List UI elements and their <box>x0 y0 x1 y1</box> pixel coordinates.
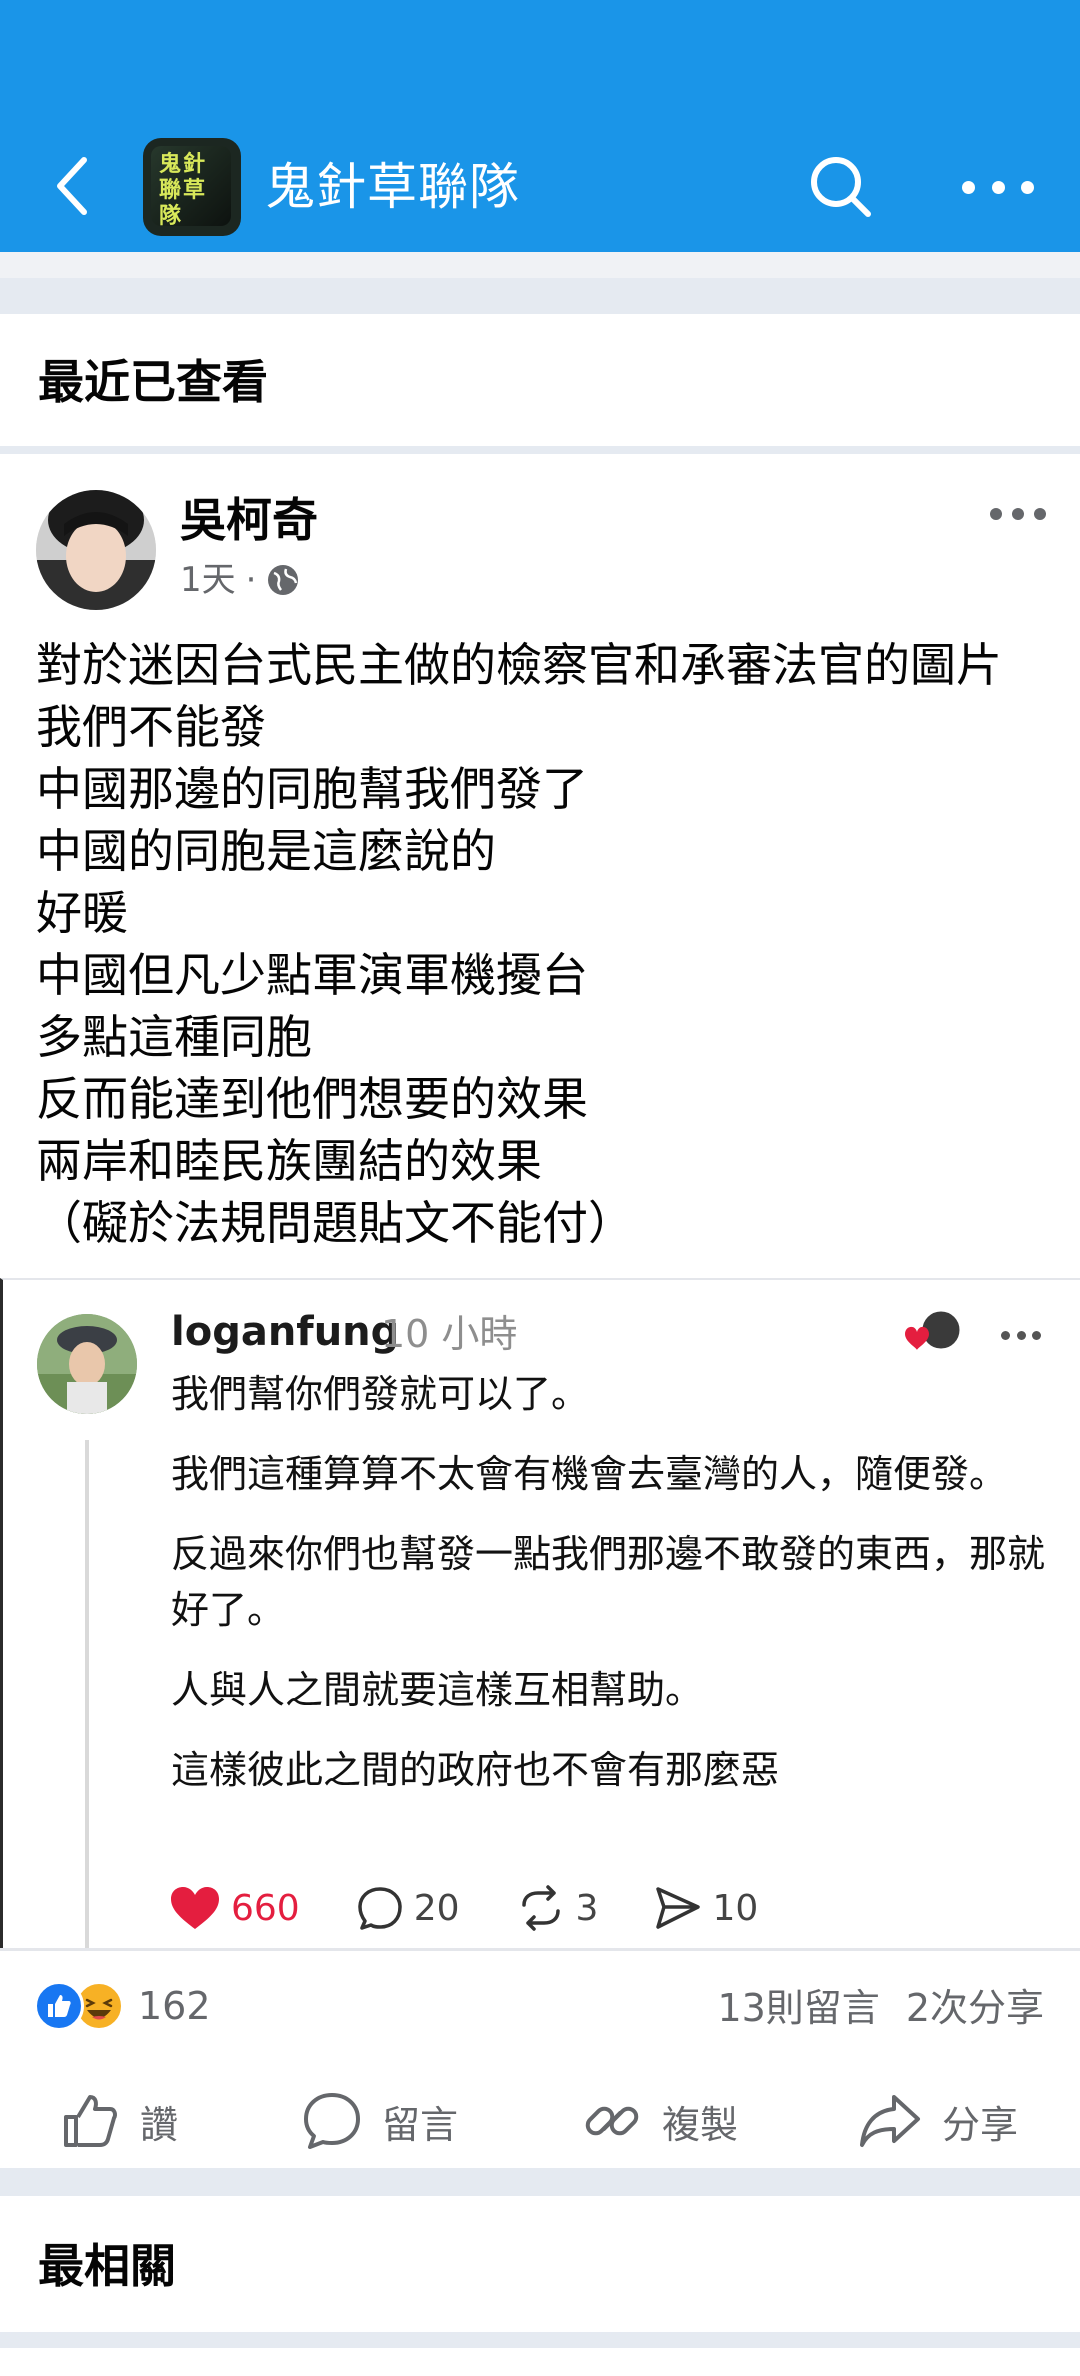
divider <box>0 278 1080 314</box>
shares-count: 10 <box>712 1887 759 1929</box>
send-icon <box>656 1887 701 1929</box>
comment-time: 10 小時 <box>381 1312 518 1356</box>
group-avatar[interactable]: 鬼針聯草隊 <box>143 138 241 236</box>
like-button[interactable]: 讚 <box>60 2066 178 2176</box>
post-more-button[interactable] <box>990 500 1046 528</box>
avatar-image <box>36 490 156 610</box>
post-line: 反而能達到他們想要的效果 <box>36 1072 588 1126</box>
back-button[interactable] <box>44 150 100 222</box>
comment-bubble-icon <box>304 2093 360 2149</box>
top-bar: 鬼針聯草隊 鬼針草聯隊 <box>0 0 1080 252</box>
commenter-avatar <box>37 1314 137 1414</box>
share-arrow-icon <box>860 2095 920 2147</box>
comment-paragraph: 人與人之間就要這樣互相幫助。 <box>171 1668 704 1712</box>
embedded-comment-image[interactable]: loganfung 10 小時 我們幫你們發就可以了。 我們這種算算不太會有機會… <box>0 1278 1080 1950</box>
dot <box>962 180 975 194</box>
comment-more-icon <box>1001 1330 1041 1340</box>
like-label: 讚 <box>140 2102 179 2147</box>
thumbs-up-outline-icon <box>64 2095 117 2147</box>
thread-line <box>85 1440 89 1950</box>
search-button[interactable] <box>806 152 876 222</box>
divider <box>0 1948 1080 1951</box>
post-counts: 13則留言 2次分享 <box>717 1980 1044 2036</box>
dot <box>1021 180 1034 194</box>
copy-label: 複製 <box>662 2102 739 2147</box>
post-time[interactable]: 1天 <box>180 556 236 604</box>
post-line: 好暖 <box>36 886 128 940</box>
dot <box>991 180 1005 194</box>
comment-label: 留言 <box>382 2102 459 2147</box>
more-options-button[interactable] <box>962 160 1034 214</box>
share-button[interactable]: 分享 <box>858 2066 1018 2176</box>
group-avatar-text: 鬼針聯草隊 <box>159 152 208 229</box>
dot <box>990 508 1002 520</box>
repost-icon <box>521 1885 560 1931</box>
post-line: 中國的同胞是這麼說的 <box>36 824 496 878</box>
reply-bubble-icon <box>357 1887 402 1930</box>
section-title-relevant: 最相關 <box>38 2239 176 2293</box>
share-label: 分享 <box>942 2102 1019 2147</box>
liked-by-indicator <box>901 1308 967 1358</box>
comment-button[interactable]: 留言 <box>302 2066 458 2176</box>
group-title[interactable]: 鬼針草聯隊 <box>265 152 520 222</box>
comment-paragraph: 我們這種算算不太會有機會去臺灣的人，隨便發。 <box>171 1452 1008 1496</box>
post-line: （礙於法規問題貼文不能付） <box>36 1196 634 1250</box>
dot <box>1001 1330 1010 1340</box>
post-author[interactable]: 吳柯奇 <box>180 490 318 550</box>
globe-icon <box>268 565 299 595</box>
divider <box>0 252 1080 278</box>
comment-paragraph: 我們幫你們發就可以了。 <box>171 1372 590 1416</box>
post-meta: 1天 · <box>180 556 300 604</box>
reposts-count: 3 <box>575 1887 599 1929</box>
dot <box>1012 508 1024 520</box>
post-line: 我們不能發 <box>36 700 266 754</box>
liked-by-avatar-icon <box>905 1308 963 1352</box>
post-line: 多點這種同胞 <box>36 1010 312 1064</box>
post-actions: 讚 留言 複製 分享 <box>0 2066 1080 2176</box>
post-body: 對於迷因台式民主做的檢察官和承審法官的圖片 我們不能發 中國那邊的同胞幫我們發了… <box>36 634 1056 1254</box>
search-icon <box>811 157 871 217</box>
dot <box>1032 1330 1041 1340</box>
divider <box>0 2168 1080 2196</box>
comment-reposts: 3 <box>516 1885 599 1931</box>
divider <box>0 2332 1080 2348</box>
post-line: 兩岸和睦民族團結的效果 <box>36 1134 542 1188</box>
likes-count: 660 <box>231 1887 300 1929</box>
post-line: 對於迷因台式民主做的檢察官和承審法官的圖片 <box>36 638 1002 692</box>
dot <box>1034 508 1046 520</box>
comment-replies: 20 <box>356 1885 460 1931</box>
comment-body: 我們幫你們發就可以了。 我們這種算算不太會有機會去臺灣的人，隨便發。 反過來你們… <box>171 1366 1051 1822</box>
reaction-count: 162 <box>138 1984 211 2028</box>
heart-icon <box>171 1887 219 1929</box>
commenter-username: loganfung <box>171 1309 400 1355</box>
chevron-left-icon <box>57 157 87 215</box>
comment-paragraph: 反過來你們也幫發一點我們那邊不敢發的東西，那就好了。 <box>171 1532 1046 1632</box>
copy-link-button[interactable]: 複製 <box>582 2066 738 2176</box>
commenter-avatar-image <box>37 1314 137 1414</box>
post-line: 中國但凡少點軍演軍機擾台 <box>36 948 588 1002</box>
replies-count: 20 <box>413 1887 460 1929</box>
comments-count[interactable]: 13則留言 <box>717 1980 879 2036</box>
comment-shares: 10 <box>654 1885 758 1931</box>
comment-likes: 660 <box>169 1885 300 1931</box>
comment-paragraph: 這樣彼此之間的政府也不會有那麼惡 <box>171 1748 780 1792</box>
link-icon <box>585 2106 639 2136</box>
like-reaction-icon <box>34 1981 84 2031</box>
shares-count-label[interactable]: 2次分享 <box>906 1980 1044 2036</box>
comment-stats: 660 20 3 10 <box>169 1880 814 1936</box>
author-avatar[interactable] <box>36 490 156 610</box>
thumbs-up-icon <box>48 1995 71 2017</box>
divider <box>0 446 1080 454</box>
section-title-recent: 最近已查看 <box>38 355 268 409</box>
dot <box>1016 1330 1026 1340</box>
post-line: 中國那邊的同胞幫我們發了 <box>36 762 588 816</box>
reactions-summary[interactable]: 162 <box>34 1976 211 2036</box>
meta-separator: · <box>245 560 257 600</box>
